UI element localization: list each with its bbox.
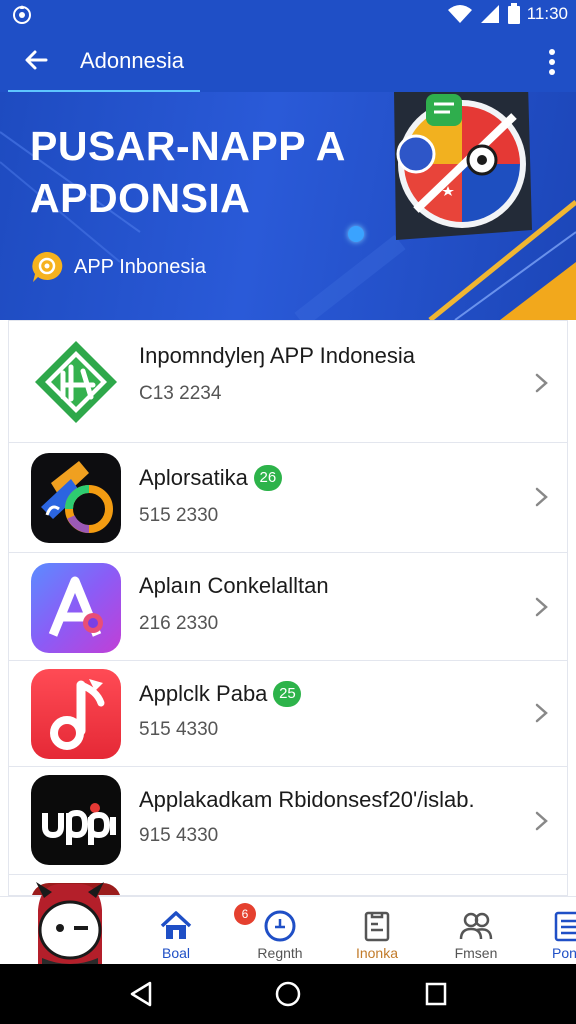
nav-label: Regnth <box>257 945 303 961</box>
colorful-circle-logo-icon <box>31 453 121 543</box>
wifi-icon <box>447 5 472 23</box>
status-right: 11:30 <box>447 3 568 25</box>
list-item[interactable]: Applclk Paba 25 515 4330 <box>9 661 567 767</box>
app-name: Inpomndyleŋ APP Indonesia <box>139 343 415 369</box>
app-name-text: Inpomndyleŋ APP Indonesia <box>139 343 416 368</box>
app-sub: 515 4330 <box>139 719 219 740</box>
chat-bubble-icon <box>32 251 63 282</box>
list-icon <box>554 911 576 942</box>
green-leaf-logo-icon <box>31 337 121 427</box>
app-sub: 216 2330 <box>139 613 219 634</box>
screen: 11:30 Adonnesia PUSAR-NAPP A APDONSIA AP… <box>0 0 576 1024</box>
list-item[interactable]: Aplaın Conkelalltan 216 2330 <box>9 553 567 661</box>
nav-label: Boal <box>161 945 191 961</box>
app-name-text: Aplaın Conkelalltan <box>139 573 329 598</box>
document-icon <box>364 911 390 942</box>
chevron-right-icon <box>535 487 548 507</box>
app-name: Aplorsatika 26 <box>139 465 282 491</box>
nav-inonka[interactable]: Inonka <box>337 903 417 963</box>
battery-icon <box>507 3 520 24</box>
list-item[interactable]: Inpomndyleŋ APP Indonesia C13 2234 <box>9 321 567 443</box>
home-icon <box>160 911 192 939</box>
hero-banner[interactable]: PUSAR-NAPP A APDONSIA APP Inbonesia <box>0 92 576 320</box>
app-notification-icon <box>13 5 31 24</box>
more-vert-icon[interactable] <box>546 48 558 76</box>
app-bar-title: Adonnesia <box>80 48 184 73</box>
mascot-avatar-icon[interactable] <box>28 880 112 966</box>
uppi-logo-icon <box>31 775 121 865</box>
nav-fmsen[interactable]: Fmsen <box>436 903 516 963</box>
music-note-logo-icon <box>31 669 121 759</box>
back-arrow-icon[interactable] <box>20 44 52 76</box>
app-badge: 25 <box>273 681 302 707</box>
app-bar: Adonnesia <box>0 28 576 94</box>
recents-square-icon[interactable] <box>424 980 448 1008</box>
nav-label: Pon <box>552 945 576 961</box>
headline-line-2: APDONSIA <box>30 175 251 221</box>
app-name-text: Applakadkam Rbidonsesf20'/islab. <box>139 787 475 812</box>
list-item[interactable]: Applakadkam Rbidonsesf20'/islab. 915 433… <box>9 767 567 875</box>
app-name-text: Applclk Paba <box>139 681 268 706</box>
signal-icon <box>480 5 499 23</box>
nav-label: Fmsen <box>454 945 498 961</box>
people-icon <box>459 912 493 940</box>
status-time: 11:30 <box>526 4 568 23</box>
app-sub: C13 2234 <box>139 383 222 404</box>
chevron-right-icon <box>535 597 548 617</box>
app-badge: 26 <box>253 465 282 491</box>
nav-home[interactable]: Boal <box>136 903 216 963</box>
nav-badge: 6 <box>234 903 256 925</box>
nav-regnth[interactable]: 6 Regnth <box>234 903 320 963</box>
back-triangle-icon[interactable] <box>128 980 154 1008</box>
nav-pon[interactable]: Pon <box>526 903 576 963</box>
chevron-right-icon <box>535 811 548 831</box>
home-circle-icon[interactable] <box>274 980 302 1008</box>
app-name-text: Aplorsatika <box>139 465 248 490</box>
status-bar: 11:30 <box>0 0 576 28</box>
app-name: Aplaın Conkelalltan <box>139 573 329 599</box>
app-list: Inpomndyleŋ APP Indonesia C13 2234 Aplor… <box>8 320 568 896</box>
headline-line-1: PUSAR-NAPP A <box>30 123 346 169</box>
app-sub: 515 2330 <box>139 505 219 526</box>
app-sub: 915 4330 <box>139 825 219 846</box>
clock-icon <box>264 910 296 942</box>
app-logo-icon <box>394 92 532 240</box>
banner-sub: APP Inbonesia <box>30 250 206 284</box>
app-name: Applakadkam Rbidonsesf20'/islab. <box>139 787 475 813</box>
banner-headline: PUSAR-NAPP A APDONSIA <box>30 120 346 224</box>
banner-sub-label: APP Inbonesia <box>74 255 206 278</box>
chevron-right-icon <box>535 703 548 723</box>
nav-label: Inonka <box>355 945 399 961</box>
system-nav-bar <box>0 964 576 1024</box>
list-item[interactable]: Aplorsatika 26 515 2330 <box>9 443 567 553</box>
chevron-right-icon <box>535 373 548 393</box>
banner-dot <box>348 226 364 242</box>
letter-a-logo-icon <box>31 563 121 653</box>
app-name: Applclk Paba 25 <box>139 681 302 707</box>
